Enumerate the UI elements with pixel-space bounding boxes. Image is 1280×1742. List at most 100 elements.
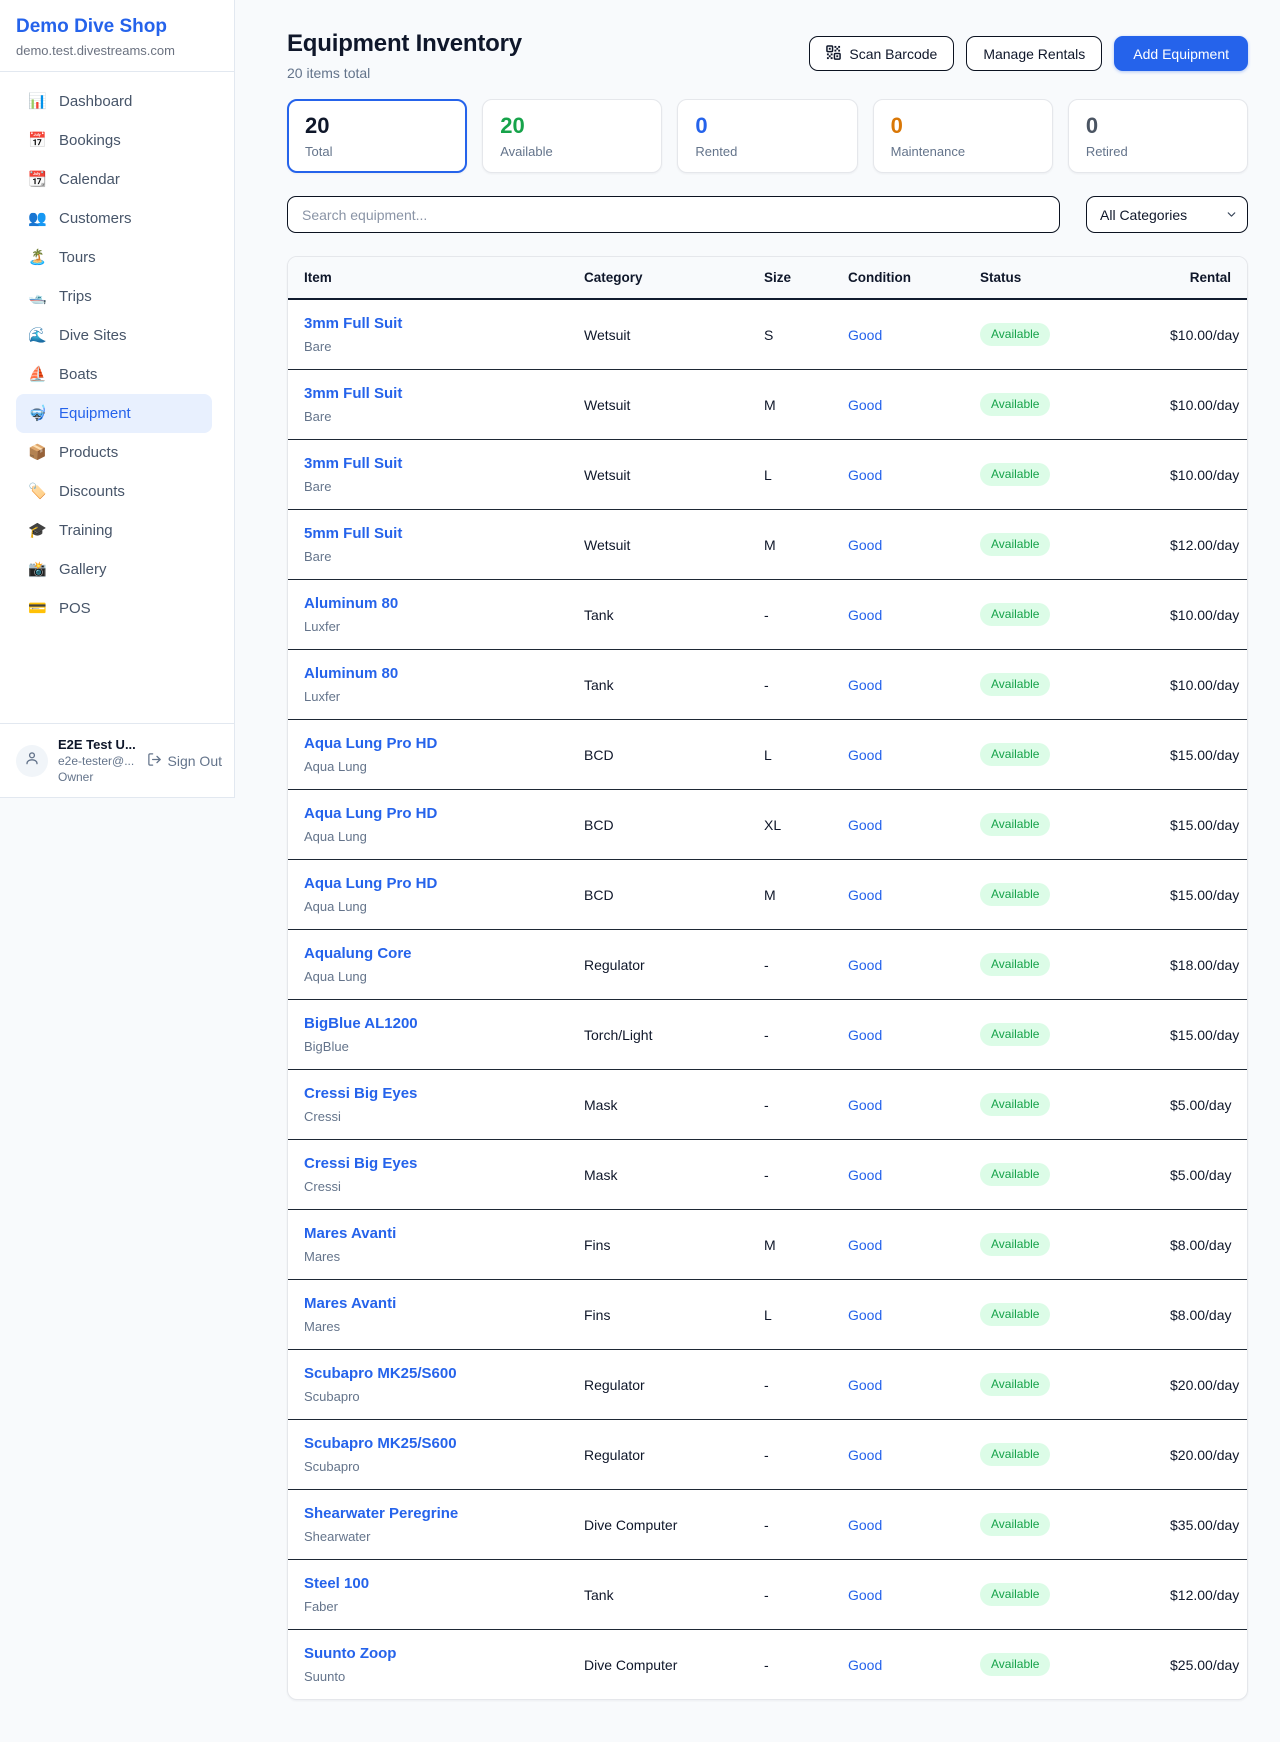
sidebar-item-calendar[interactable]: 📆 Calendar <box>16 160 212 199</box>
item-name-link[interactable]: Scubapro MK25/S600 <box>304 1434 457 1454</box>
item-name-link[interactable]: Scubapro MK25/S600 <box>304 1364 457 1384</box>
sidebar-item-tours[interactable]: 🏝️ Tours <box>16 238 212 277</box>
stat-card-rented[interactable]: 0 Rented <box>677 99 857 173</box>
item-condition-link[interactable]: Good <box>848 957 882 973</box>
item-name-link[interactable]: Mares Avanti <box>304 1224 396 1244</box>
item-size: - <box>748 1560 832 1630</box>
item-condition-link[interactable]: Good <box>848 1307 882 1323</box>
col-header-category: Category <box>568 257 748 299</box>
item-name-link[interactable]: Aqua Lung Pro HD <box>304 874 437 894</box>
item-name-link[interactable]: Cressi Big Eyes <box>304 1154 417 1174</box>
status-badge: Available <box>980 1233 1050 1256</box>
sidebar-item-training[interactable]: 🎓 Training <box>16 511 212 550</box>
sidebar-item-gallery[interactable]: 📸 Gallery <box>16 550 212 589</box>
item-condition-link[interactable]: Good <box>848 1657 882 1673</box>
item-condition-link[interactable]: Good <box>848 1447 882 1463</box>
sidebar-item-trips[interactable]: 🛥️ Trips <box>16 277 212 316</box>
item-brand: Luxfer <box>304 688 552 705</box>
item-name-link[interactable]: 3mm Full Suit <box>304 384 402 404</box>
scan-barcode-label: Scan Barcode <box>849 46 937 62</box>
add-equipment-button[interactable]: Add Equipment <box>1114 36 1248 71</box>
item-condition-link[interactable]: Good <box>848 607 882 623</box>
item-name-link[interactable]: Mares Avanti <box>304 1294 396 1314</box>
item-brand: Bare <box>304 408 552 425</box>
stat-card-total[interactable]: 20 Total <box>287 99 467 173</box>
table-row: Aqua Lung Pro HD Aqua Lung BCD M Good Av… <box>288 860 1247 930</box>
calendar-icon: 📆 <box>28 168 46 191</box>
item-condition-link[interactable]: Good <box>848 327 882 343</box>
user-panel: E2E Test U... e2e-tester@... Owner Sign … <box>0 724 234 797</box>
item-name-link[interactable]: 3mm Full Suit <box>304 314 402 334</box>
item-condition-link[interactable]: Good <box>848 817 882 833</box>
table-row: Steel 100 Faber Tank - Good Available $1… <box>288 1560 1247 1630</box>
status-badge: Available <box>980 743 1050 766</box>
sidebar-item-discounts[interactable]: 🏷️ Discounts <box>16 472 212 511</box>
item-size: - <box>748 580 832 650</box>
stat-card-maintenance[interactable]: 0 Maintenance <box>873 99 1053 173</box>
item-condition-link[interactable]: Good <box>848 1027 882 1043</box>
item-rental: $10.00/day <box>1154 370 1247 440</box>
sidebar-item-equipment[interactable]: 🤿 Equipment <box>16 394 212 433</box>
item-name-link[interactable]: Suunto Zoop <box>304 1644 396 1664</box>
item-condition-link[interactable]: Good <box>848 1167 882 1183</box>
item-condition-link[interactable]: Good <box>848 747 882 763</box>
sign-out-button[interactable]: Sign Out <box>147 752 222 770</box>
item-condition-link[interactable]: Good <box>848 1237 882 1253</box>
sidebar-item-products[interactable]: 📦 Products <box>16 433 212 472</box>
item-name-link[interactable]: Aluminum 80 <box>304 594 398 614</box>
category-select[interactable]: All Categories <box>1086 196 1248 233</box>
item-brand: Aqua Lung <box>304 968 552 985</box>
sidebar-item-boats[interactable]: ⛵ Boats <box>16 355 212 394</box>
table-row: Aluminum 80 Luxfer Tank - Good Available… <box>288 650 1247 720</box>
item-name-link[interactable]: Aqua Lung Pro HD <box>304 804 437 824</box>
item-name-link[interactable]: BigBlue AL1200 <box>304 1014 418 1034</box>
brand-name[interactable]: Demo Dive Shop <box>16 16 218 38</box>
item-condition-link[interactable]: Good <box>848 677 882 693</box>
item-name-link[interactable]: Aqualung Core <box>304 944 412 964</box>
item-brand: Scubapro <box>304 1388 552 1405</box>
item-rental: $8.00/day <box>1154 1280 1247 1350</box>
sidebar-item-pos[interactable]: 💳 POS <box>16 589 212 628</box>
stat-card-available[interactable]: 20 Available <box>482 99 662 173</box>
sidebar-nav: 📊 Dashboard 📅 Bookings 📆 Calendar 👥 Cust… <box>0 72 234 628</box>
item-name-link[interactable]: Steel 100 <box>304 1574 369 1594</box>
stat-label: Available <box>500 144 644 159</box>
add-equipment-label: Add Equipment <box>1133 46 1229 62</box>
table-row: Cressi Big Eyes Cressi Mask - Good Avail… <box>288 1140 1247 1210</box>
item-condition-link[interactable]: Good <box>848 467 882 483</box>
item-brand: Faber <box>304 1598 552 1615</box>
item-condition-link[interactable]: Good <box>848 1377 882 1393</box>
item-condition-link[interactable]: Good <box>848 887 882 903</box>
sidebar-item-label: Dashboard <box>59 90 132 113</box>
item-brand: Mares <box>304 1318 552 1335</box>
sidebar-item-customers[interactable]: 👥 Customers <box>16 199 212 238</box>
col-header-status: Status <box>964 257 1154 299</box>
status-badge: Available <box>980 1513 1050 1536</box>
item-name-link[interactable]: Shearwater Peregrine <box>304 1504 458 1524</box>
item-rental: $12.00/day <box>1154 510 1247 580</box>
sidebar-item-bookings[interactable]: 📅 Bookings <box>16 121 212 160</box>
stat-label: Rented <box>695 144 839 159</box>
item-name-link[interactable]: Aluminum 80 <box>304 664 398 684</box>
search-input[interactable] <box>287 196 1060 233</box>
item-condition-link[interactable]: Good <box>848 1517 882 1533</box>
item-name-link[interactable]: Aqua Lung Pro HD <box>304 734 437 754</box>
item-condition-link[interactable]: Good <box>848 1587 882 1603</box>
sidebar: Demo Dive Shop demo.test.divestreams.com… <box>0 0 235 798</box>
col-header-rental: Rental <box>1154 257 1247 299</box>
scan-barcode-button[interactable]: Scan Barcode <box>809 36 954 71</box>
avatar <box>16 745 48 777</box>
status-badge: Available <box>980 323 1050 346</box>
stat-card-retired[interactable]: 0 Retired <box>1068 99 1248 173</box>
sidebar-item-dive-sites[interactable]: 🌊 Dive Sites <box>16 316 212 355</box>
item-name-link[interactable]: 3mm Full Suit <box>304 454 402 474</box>
item-condition-link[interactable]: Good <box>848 1097 882 1113</box>
item-condition-link[interactable]: Good <box>848 537 882 553</box>
item-condition-link[interactable]: Good <box>848 397 882 413</box>
item-name-link[interactable]: 5mm Full Suit <box>304 524 402 544</box>
item-name-link[interactable]: Cressi Big Eyes <box>304 1084 417 1104</box>
item-size: L <box>748 1280 832 1350</box>
barcode-icon <box>826 45 841 63</box>
sidebar-item-dashboard[interactable]: 📊 Dashboard <box>16 82 212 121</box>
manage-rentals-button[interactable]: Manage Rentals <box>966 36 1102 71</box>
